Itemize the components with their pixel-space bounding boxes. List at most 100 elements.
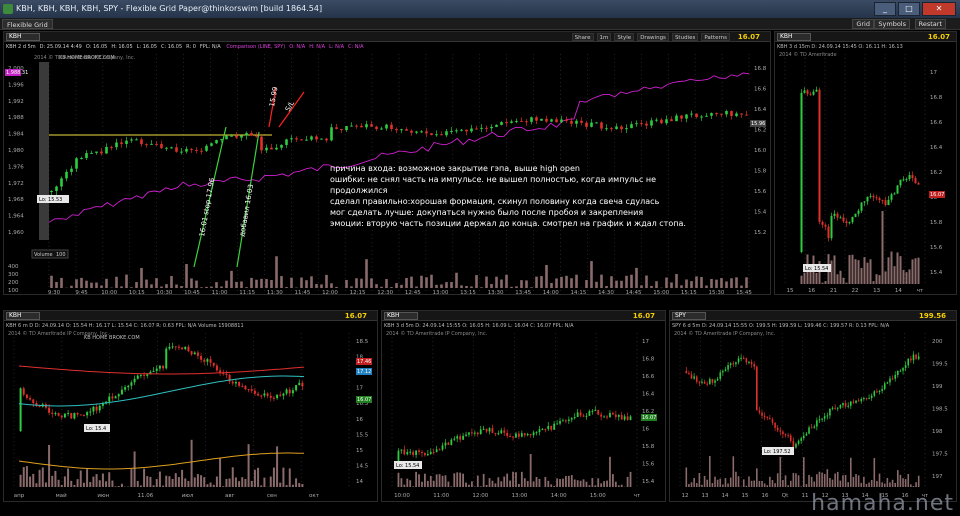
candle-body [902, 179, 905, 181]
time-axis-label: 15:45 [736, 290, 752, 296]
volume-bar [298, 482, 301, 487]
volume-bar [860, 482, 863, 487]
right-axis-label: 15.8 [754, 169, 767, 175]
candle-body [143, 374, 146, 376]
bottom-mid-chart-canvas[interactable]: 1716.816.616.416.21615.815.615.416.07Lo:… [382, 311, 667, 503]
candle-body [190, 148, 193, 150]
left-axis-label: 1,980 [8, 148, 24, 154]
grid-button[interactable]: Grid [852, 19, 874, 29]
volume-bar [776, 473, 779, 487]
volume-bar [590, 261, 593, 288]
maximize-button[interactable]: □ [898, 2, 920, 16]
right-axis-label: 17 [356, 386, 363, 392]
volume-bar [247, 444, 250, 487]
volume-bar [766, 485, 769, 487]
candle-body [756, 366, 758, 411]
candle-body [19, 388, 22, 431]
candle-body [86, 412, 89, 416]
candle-body [231, 381, 234, 384]
volume-bar [165, 475, 168, 487]
candle-body [462, 435, 464, 440]
minimize-button[interactable]: _ [874, 2, 896, 16]
candle-body [291, 390, 294, 394]
volume-bar [503, 476, 506, 487]
top-right-chart-canvas[interactable]: 17 16.8 16.6 16.4 16.2 16 15.8 15.6 15.4 16.07 Lo:… [775, 32, 958, 296]
candle-body [860, 202, 863, 211]
candle-body [894, 375, 896, 379]
volume-bar [225, 280, 228, 288]
volume-bar [842, 277, 845, 284]
candle-body [745, 114, 748, 116]
right-axis-label: 17 [930, 70, 937, 76]
candle-body [238, 382, 241, 386]
volume-bar [510, 286, 513, 288]
bottom-mid-chart-panel: KBH 16.07 KBH 3 d 5m D: 24.09.14 15:55 O… [381, 310, 666, 502]
right-axis-label: 16 [356, 417, 363, 423]
candle-body [397, 450, 400, 461]
volume-bar [209, 482, 212, 487]
bottom-left-chart-canvas[interactable]: 18.51817.51716.51615.51514.514KB HOME BR… [4, 311, 379, 503]
volume-bar [310, 276, 313, 288]
volume-bar [279, 482, 282, 487]
volume-bar [70, 480, 73, 487]
volume-bar [276, 446, 279, 487]
bottom-right-chart-panel: SPY 199.56 SPY 6 d 5m D: 24.09.14 15:55 … [669, 310, 957, 502]
volume-bar [445, 282, 448, 288]
candle-body [737, 358, 740, 363]
close-button[interactable]: ✕ [922, 2, 956, 16]
candle-body [887, 199, 890, 205]
candle-body [740, 113, 743, 115]
volume-bar [301, 484, 304, 487]
candle-body [485, 428, 488, 432]
candle-body [806, 90, 809, 94]
candle-body [495, 124, 498, 127]
volume-bar [133, 451, 136, 487]
right-axis-label: 15.6 [642, 462, 655, 468]
volume-bar [515, 472, 517, 487]
volume-bar [724, 478, 727, 487]
note-line: сделал правильно:хорошая формация, скину… [330, 197, 660, 206]
candle-body [839, 217, 842, 219]
candle-body [193, 352, 196, 355]
candle-body [105, 146, 108, 154]
candle-body [594, 410, 597, 412]
volume-bar [325, 274, 328, 288]
candle-body [234, 382, 237, 384]
volume-bar [155, 278, 158, 288]
right-axis-label: 16.8 [754, 66, 767, 72]
time-axis-label: 10:15 [129, 290, 145, 296]
volume-label: Volume [34, 252, 53, 258]
candle-body [869, 195, 872, 197]
candle-body [878, 198, 881, 201]
volume-bar [395, 283, 398, 288]
tab-flexible-grid[interactable]: Flexible Grid [2, 19, 53, 29]
candle-body [826, 415, 829, 417]
volume-bar [175, 284, 178, 288]
volume-bar [76, 479, 79, 487]
symbols-button[interactable]: Symbols [874, 19, 910, 29]
price-tag-blue: 17.12 [357, 369, 371, 375]
candle-body [710, 113, 713, 116]
volume-bar [60, 277, 63, 288]
candle-body [560, 119, 563, 123]
volume-bar [506, 473, 509, 487]
candle-body [506, 432, 509, 437]
bottom-right-chart-canvas[interactable]: 200 199.5 199 198.5 198 197.5 197 Lo: 197.52 12 1… [670, 311, 958, 503]
volume-bar [640, 285, 643, 288]
candle-body [165, 147, 168, 149]
candle-body [200, 150, 203, 152]
time-axis-label: 12:00 [472, 493, 488, 499]
time-axis-label: 12:30 [377, 290, 393, 296]
volume-bar [235, 281, 238, 288]
low-label: Lo: 15.4 [86, 426, 106, 432]
candle-body [210, 143, 213, 146]
candle-body [459, 436, 462, 440]
candle-body [170, 147, 173, 149]
volume-bar [426, 480, 429, 487]
candle-body [910, 358, 912, 361]
volume-bar [130, 469, 133, 487]
restart-button[interactable]: Restart [914, 19, 946, 29]
volume-bar [270, 280, 273, 288]
candle-body [735, 362, 737, 365]
volume-bar [745, 277, 748, 288]
